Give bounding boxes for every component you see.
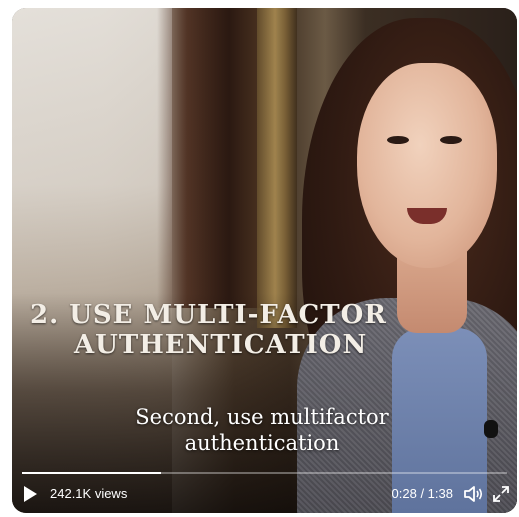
time-readout: 0:28 / 1:38 bbox=[391, 486, 453, 501]
video-overlay-title: 2. Use Multi-Factor Authentication bbox=[30, 300, 450, 360]
progress-bar-fill bbox=[22, 472, 161, 474]
video-controls: 242.1K views 0:28 / 1:38 bbox=[12, 482, 517, 508]
expand-icon[interactable] bbox=[491, 484, 511, 504]
video-frame[interactable]: 2. Use Multi-Factor Authentication Secon… bbox=[12, 8, 517, 513]
lapel-microphone bbox=[484, 420, 498, 438]
video-player[interactable]: 2. Use Multi-Factor Authentication Secon… bbox=[12, 8, 517, 513]
speaker-eye-left bbox=[387, 136, 409, 144]
progress-bar[interactable] bbox=[22, 472, 507, 474]
play-icon[interactable] bbox=[24, 486, 37, 502]
video-overlay-title-line2: Authentication bbox=[74, 330, 368, 360]
view-count: 242.1K views bbox=[50, 486, 128, 501]
speaker-face bbox=[357, 63, 497, 268]
video-overlay-title-line1: 2. Use Multi-Factor bbox=[30, 300, 387, 330]
video-caption: Second, use multifactor authentication bbox=[135, 405, 389, 455]
speaker-eye-right bbox=[440, 136, 462, 144]
speaker-icon[interactable] bbox=[463, 484, 485, 504]
background-gold-frame bbox=[257, 8, 297, 328]
